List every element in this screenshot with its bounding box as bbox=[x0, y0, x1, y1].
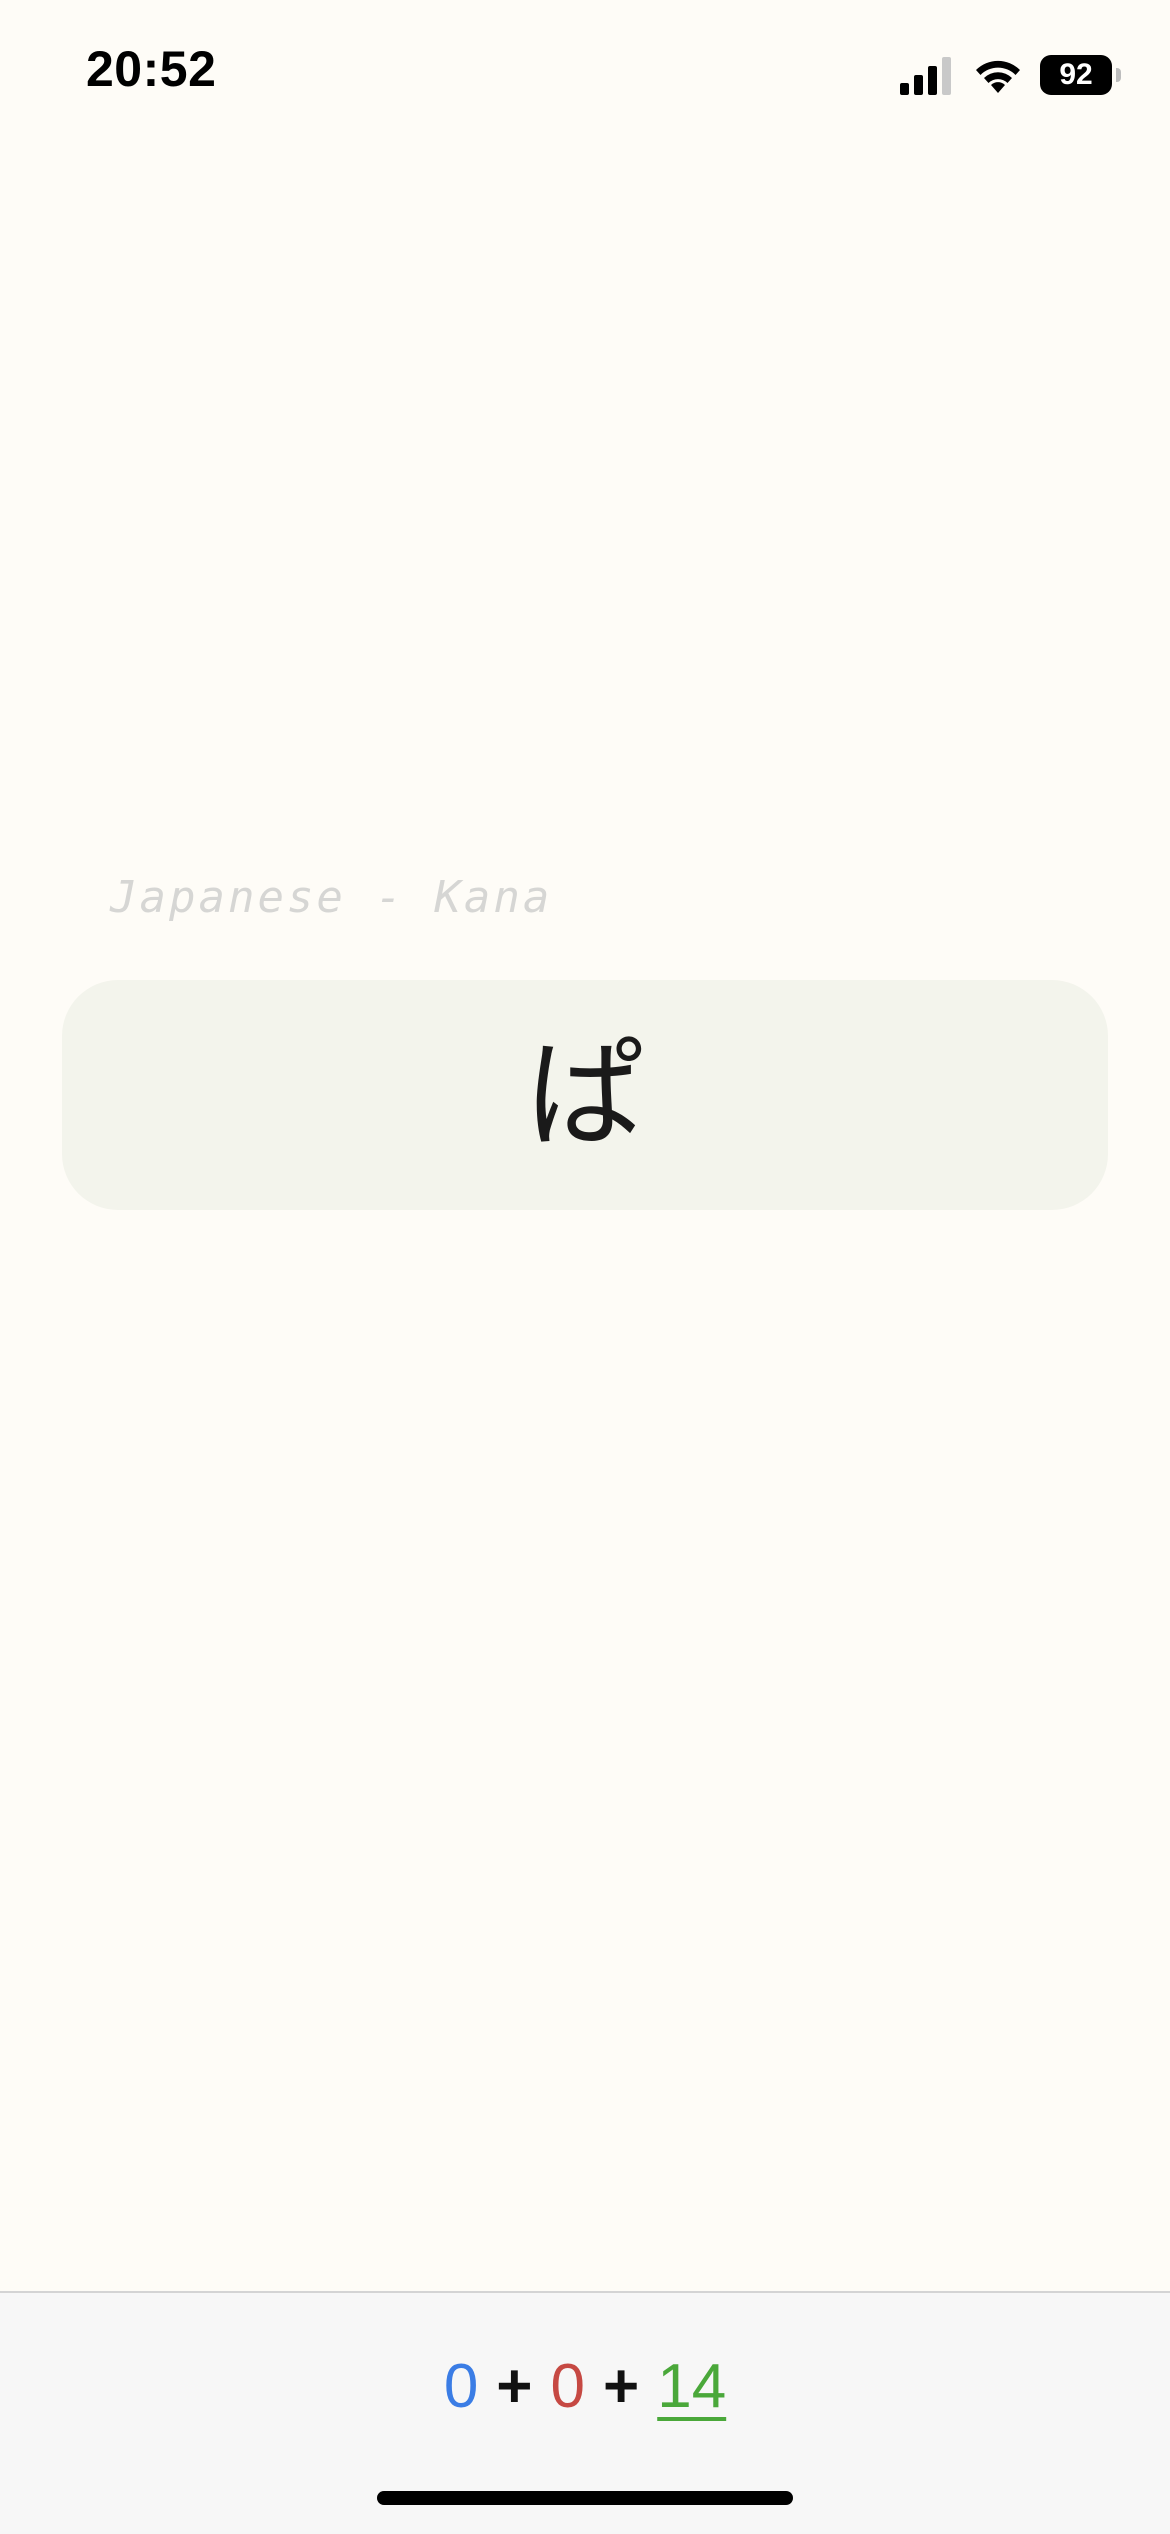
score-green-count[interactable]: 14 bbox=[657, 2352, 726, 2421]
signal-icon bbox=[900, 57, 951, 95]
wifi-icon bbox=[976, 60, 1020, 93]
status-time: 20:52 bbox=[86, 41, 217, 97]
battery-level: 92 bbox=[1059, 58, 1093, 91]
flashcard-text: ぱ bbox=[525, 1026, 644, 1164]
battery-cap bbox=[1116, 68, 1121, 82]
score-red-count: 0 bbox=[550, 2352, 585, 2421]
score-plus-2: + bbox=[603, 2352, 640, 2421]
home-indicator[interactable] bbox=[377, 2491, 793, 2505]
battery-icon: 92 bbox=[1040, 55, 1121, 95]
score-blue-count: 0 bbox=[443, 2352, 479, 2421]
score-plus-1: + bbox=[496, 2352, 533, 2421]
flashcard[interactable]: ぱ bbox=[62, 980, 1108, 1210]
status-bar: 20:52 92 bbox=[0, 0, 1170, 150]
deck-label: Japanese - Kana bbox=[110, 872, 553, 923]
score-counter: 0 +0 +14 bbox=[0, 2356, 1170, 2418]
status-icons: 92 bbox=[900, 52, 1121, 98]
